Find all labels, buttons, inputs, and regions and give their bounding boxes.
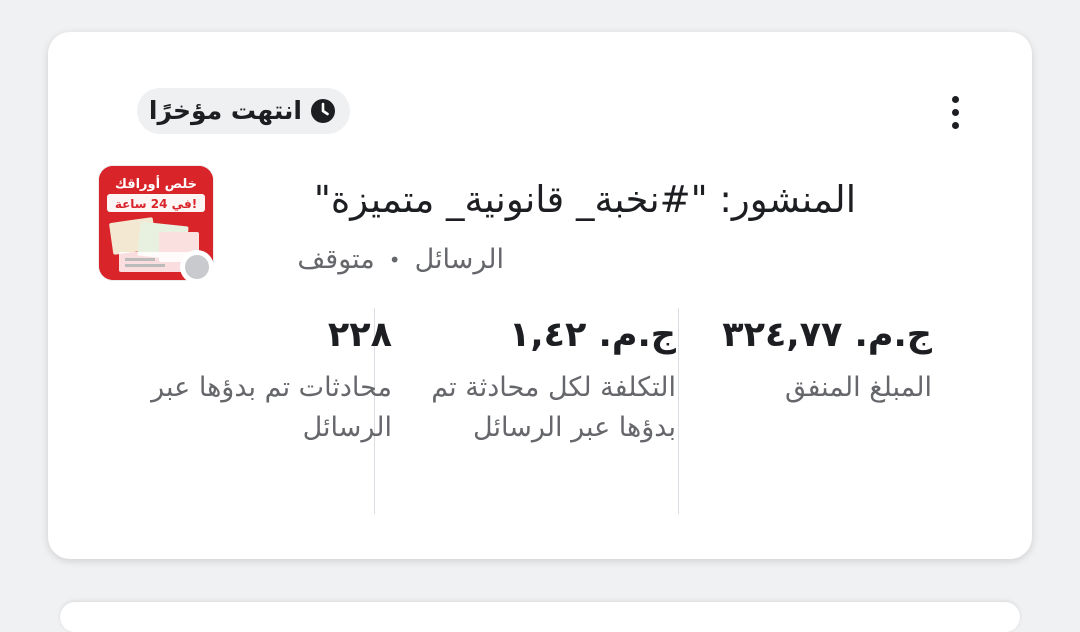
metric-caption: محادثات تم بدؤها عبر الرسائل xyxy=(151,372,392,443)
more-options-button[interactable] xyxy=(935,90,975,134)
svg-text:في 24 ساعة!: في 24 ساعة! xyxy=(115,197,197,211)
more-vertical-icon-dot xyxy=(951,121,959,129)
more-vertical-icon xyxy=(951,95,959,103)
delivery-status-indicator xyxy=(180,250,214,284)
metric-caption: المبلغ المنفق xyxy=(784,372,932,403)
ad-result-card[interactable]: انتهت مؤخرًا خلص أوراقك في 24 ساعة! المن… xyxy=(48,32,1032,559)
metric-conversations-started: ٢٢٨ محادثات تم بدؤها عبر الرسائل xyxy=(132,308,392,514)
post-title[interactable]: المنشور: "#نخبة_ قانونية_ متميزة" xyxy=(216,174,856,226)
metric-caption: التكلفة لكل محادثة تم بدؤها عبر الرسائل xyxy=(431,372,676,443)
more-vertical-icon-dot xyxy=(951,108,959,116)
metric-value: ج.م. ١,٤٢ xyxy=(508,315,676,355)
status-chip: انتهت مؤخرًا xyxy=(136,88,350,134)
metric-divider xyxy=(678,308,679,514)
metric-cost-per-conversation: ج.م. ١,٤٢ التكلفة لكل محادثة تم بدؤها عب… xyxy=(396,308,676,514)
metrics-row: ج.م. ٣٢٤,٧٧ المبلغ المنفق ج.م. ١,٤٢ التك… xyxy=(88,308,992,514)
metric-amount-spent: ج.م. ٣٢٤,٧٧ المبلغ المنفق xyxy=(682,308,932,514)
svg-text:خلص أوراقك: خلص أوراقك xyxy=(115,175,197,192)
post-subtitle: الرسائل • متوقف xyxy=(297,240,504,280)
separator-dot: • xyxy=(388,248,401,272)
status-label: انتهت مؤخرًا xyxy=(148,96,302,125)
delivery-state-label: متوقف xyxy=(297,244,375,275)
clock-icon xyxy=(311,99,335,123)
destination-label: الرسائل xyxy=(414,244,504,275)
metric-value: ج.م. ٣٢٤,٧٧ xyxy=(722,315,932,355)
next-result-card[interactable] xyxy=(60,602,1020,632)
metric-value: ٢٢٨ xyxy=(327,315,392,355)
status-dot-icon xyxy=(185,255,209,279)
